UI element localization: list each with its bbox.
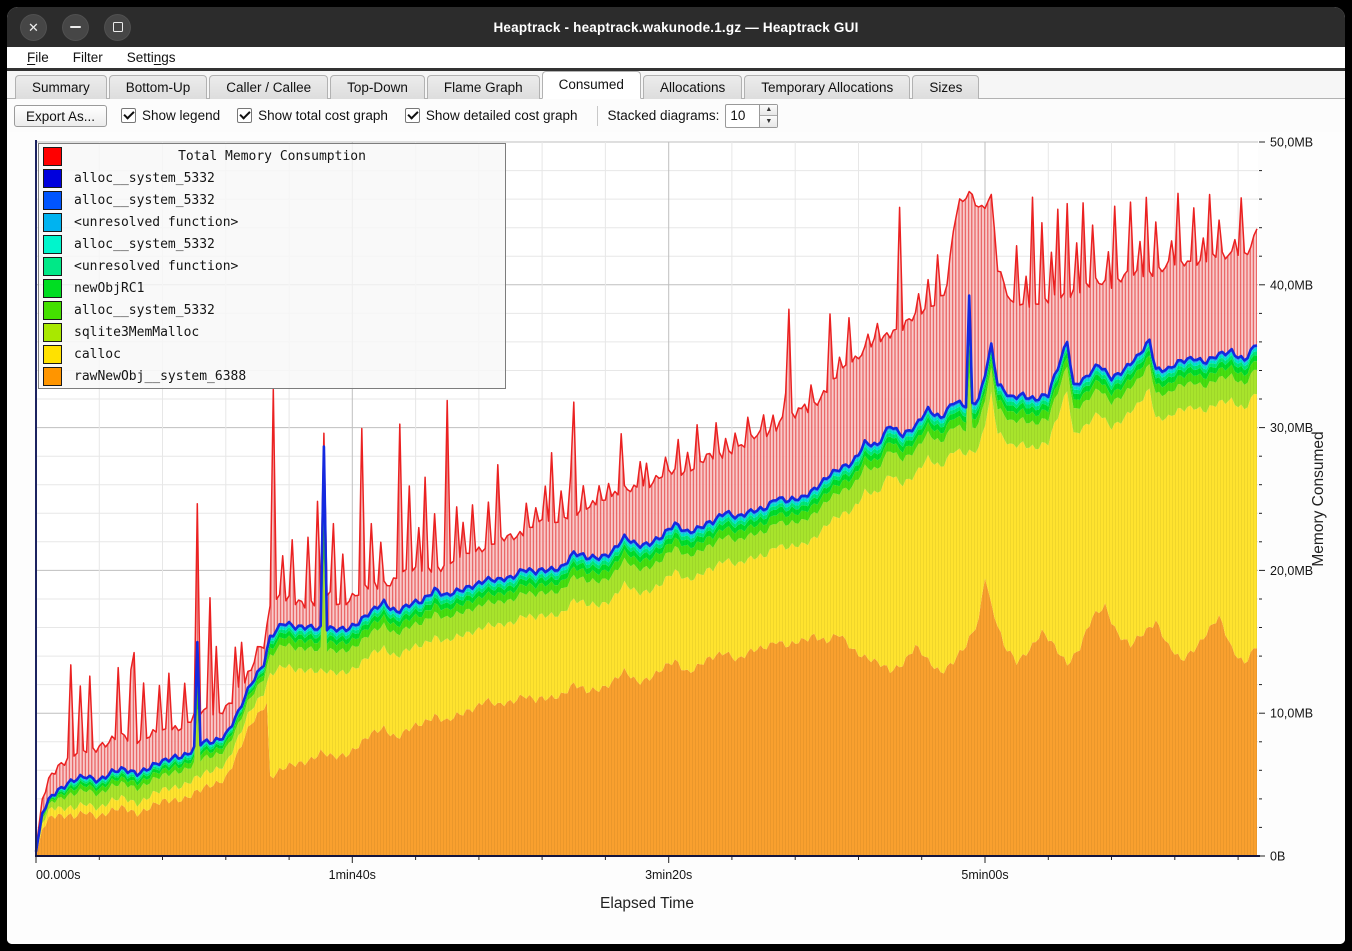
tab-label: Summary [32,80,90,95]
menubar: File Filter Settings [7,47,1345,68]
tab[interactable]: Summary [15,75,107,99]
y-axis-title: Memory Consumed [1310,431,1327,566]
tab[interactable]: Flame Graph [427,75,540,99]
legend-swatch [43,191,62,210]
legend-item: alloc__system_5332 [39,167,505,189]
svg-text:3min20s: 3min20s [645,868,692,882]
stacked-diagrams-label: Stacked diagrams: [608,108,720,123]
legend-label: <unresolved function> [74,215,238,230]
menu-item[interactable]: File [22,50,54,65]
svg-text:5min00s: 5min00s [961,868,1008,882]
menu-item[interactable]: Settings [122,50,181,65]
legend-swatch [43,235,62,254]
tab[interactable]: Bottom-Up [109,75,208,99]
checkbox[interactable] [121,108,136,123]
tab-label: Top-Down [347,80,408,95]
legend-swatch [43,147,62,166]
legend-item: calloc [39,343,505,365]
legend-item: alloc__system_5332 [39,233,505,255]
checkbox-label: Show legend [142,108,220,123]
legend-item: <unresolved function> [39,255,505,277]
checkbox-label: Show detailed cost graph [426,108,578,123]
screen: { "window": { "title": "Heaptrack - heap… [0,0,1352,951]
legend-swatch [43,345,62,364]
toolbar: Export As... Show legend Show total cost… [7,99,1345,132]
legend-item: Total Memory Consumption [39,145,505,167]
legend-label: alloc__system_5332 [74,193,215,208]
tabbar: Summary Bottom-Up Caller / Callee Top-Do… [7,71,1345,99]
checkbox[interactable] [237,108,252,123]
svg-text:10,0MB: 10,0MB [1270,707,1313,721]
spinbox-value[interactable]: 10 [726,105,759,127]
chart-panel: 00.000s 1min40s 3min20s 5min00s 0B 10,0MB 20,0… [7,132,1345,944]
tab[interactable]: Sizes [912,75,979,99]
legend-item: rawNewObj__system_6388 [39,365,505,387]
legend-label: sqlite3MemMalloc [74,325,199,340]
legend-swatch [43,279,62,298]
legend-label: alloc__system_5332 [74,237,215,252]
app-window: ✕ Heaptrack - heaptrack.wakunode.1.gz — … [7,7,1345,944]
svg-text:30,0MB: 30,0MB [1270,421,1313,435]
legend-item: newObjRC1 [39,277,505,299]
svg-text:20,0MB: 20,0MB [1270,564,1313,578]
checkbox-label: Show total cost graph [258,108,388,123]
tab[interactable]: Consumed [542,71,641,99]
legend-swatch [43,169,62,188]
tab-label: Caller / Callee [226,80,311,95]
legend-swatch [43,323,62,342]
close-button[interactable]: ✕ [20,14,47,41]
legend-swatch [43,213,62,232]
stacked-diagrams-spinbox[interactable]: 10 ▲ ▼ [725,104,778,128]
legend-item: sqlite3MemMalloc [39,321,505,343]
tab[interactable]: Temporary Allocations [744,75,910,99]
legend-label: alloc__system_5332 [74,303,215,318]
legend-swatch [43,301,62,320]
tab-label: Allocations [660,80,725,95]
legend-label: <unresolved function> [74,259,238,274]
legend-label: Total Memory Consumption [74,149,470,164]
tab-label: Consumed [559,77,624,92]
legend-swatch [43,257,62,276]
legend-item: <unresolved function> [39,211,505,233]
titlebar: ✕ Heaptrack - heaptrack.wakunode.1.gz — … [7,7,1345,47]
tab-label: Bottom-Up [126,80,191,95]
legend-label: rawNewObj__system_6388 [74,369,246,384]
tab-label: Sizes [929,80,962,95]
tab-label: Flame Graph [444,80,523,95]
tab[interactable]: Top-Down [330,75,425,99]
checkbox-group: Show total cost graph [237,108,388,123]
maximize-button[interactable] [104,14,131,41]
legend-label: alloc__system_5332 [74,171,215,186]
tab[interactable]: Caller / Callee [209,75,328,99]
legend-label: newObjRC1 [74,281,144,296]
svg-text:00.000s: 00.000s [36,868,80,882]
toolbar-separator [597,106,598,126]
window-controls: ✕ [20,7,131,47]
menu-item[interactable]: Filter [68,50,108,65]
minimize-icon [70,26,81,28]
tab-label: Temporary Allocations [761,80,893,95]
minimize-button[interactable] [62,14,89,41]
x-axis-title: Elapsed Time [600,895,694,912]
toolbar-checkboxes: Show legend Show total cost graph Show d… [121,108,595,123]
svg-text:0B: 0B [1270,850,1285,864]
maximize-icon [113,22,123,32]
spin-up-button[interactable]: ▲ [760,105,777,117]
legend-swatch [43,367,62,386]
spin-down-button[interactable]: ▼ [760,116,777,127]
checkbox-group: Show detailed cost graph [405,108,578,123]
legend-item: alloc__system_5332 [39,189,505,211]
legend-label: calloc [74,347,121,362]
tab[interactable]: Allocations [643,75,742,99]
checkbox-group: Show legend [121,108,220,123]
window-title: Heaptrack - heaptrack.wakunode.1.gz — He… [493,20,858,35]
checkbox[interactable] [405,108,420,123]
close-icon: ✕ [28,21,39,34]
legend-item: alloc__system_5332 [39,299,505,321]
svg-text:50,0MB: 50,0MB [1270,136,1313,150]
chart-legend: Total Memory Consumption alloc__system_5… [38,143,506,389]
svg-text:40,0MB: 40,0MB [1270,278,1313,292]
svg-text:1min40s: 1min40s [329,868,376,882]
export-as-button[interactable]: Export As... [14,105,107,127]
